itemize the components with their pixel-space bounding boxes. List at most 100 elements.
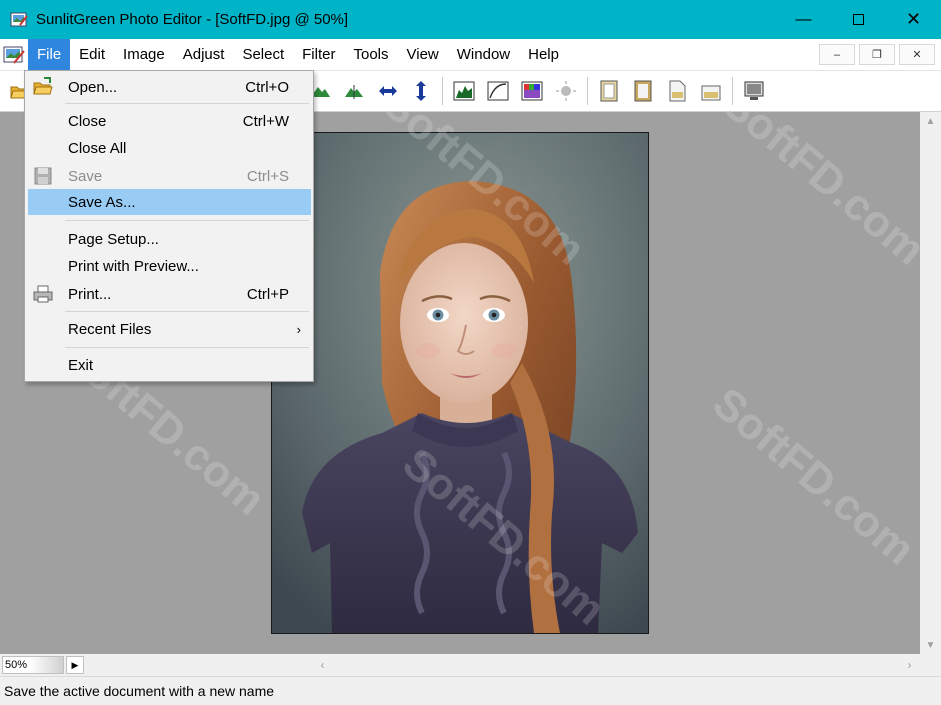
frame-icon [600, 80, 618, 102]
watermark-text: SoftFD.com [713, 112, 920, 275]
menu-item-shortcut: Ctrl+S [246, 167, 289, 185]
menu-item-label: Exit [68, 356, 94, 374]
menu-view[interactable]: View [398, 39, 448, 70]
title-bar: SunlitGreen Photo Editor - [SoftFD.jpg @… [0, 0, 941, 39]
menu-item-print-preview[interactable]: Print with Preview... [28, 253, 311, 279]
watermark-text: SoftFD.com [703, 378, 920, 575]
zoom-right-arrow-icon[interactable]: ▶ [66, 656, 84, 674]
menu-edit[interactable]: Edit [70, 39, 114, 70]
flip-vertical-button[interactable] [342, 79, 366, 103]
app-icon[interactable] [10, 11, 28, 29]
menu-item-exit[interactable]: Exit [28, 352, 311, 378]
menu-item-label: Page Setup... [68, 230, 159, 248]
color-balance-button[interactable] [520, 79, 544, 103]
menu-item-shortcut: Ctrl+O [245, 78, 289, 96]
status-text: Save the active document with a new name [4, 683, 275, 699]
menu-item-save-as[interactable]: Save As... [28, 189, 311, 215]
doc-close-button[interactable]: ✕ [899, 44, 935, 65]
menu-item-recent-files[interactable]: Recent Files › [28, 316, 311, 342]
brightness-button[interactable] [554, 79, 578, 103]
portrait-image [272, 133, 648, 633]
menu-separator [65, 220, 309, 221]
document-icon[interactable] [2, 43, 26, 67]
menu-item-label: Open... [68, 78, 118, 96]
horizontal-arrow-icon [379, 86, 397, 96]
zoom-level[interactable]: 50% [2, 656, 64, 674]
restore-icon: ❐ [872, 49, 882, 61]
menu-select[interactable]: Select [233, 39, 293, 70]
status-bar: Save the active document with a new name [0, 676, 941, 705]
mountain-flip-icon [345, 85, 363, 99]
doc-minimize-button[interactable]: – [819, 44, 855, 65]
frame-button[interactable] [597, 79, 621, 103]
menu-item-open[interactable]: Open... Ctrl+O [28, 74, 311, 100]
menu-image[interactable]: Image [114, 39, 174, 70]
monitor-icon [744, 81, 764, 100]
border-button[interactable] [631, 79, 655, 103]
window-title: SunlitGreen Photo Editor - [SoftFD.jpg @… [36, 11, 349, 28]
scroll-right-arrow-icon[interactable]: › [899, 654, 920, 676]
curves-button[interactable] [486, 79, 510, 103]
scroll-left-arrow-icon[interactable]: ‹ [312, 654, 333, 676]
fit-size-icon [701, 85, 721, 101]
vertical-scrollbar[interactable]: ▲ ▼ [920, 112, 941, 654]
save-disk-icon [32, 165, 54, 187]
menu-item-shortcut: Ctrl+P [246, 285, 289, 303]
menu-tools[interactable]: Tools [344, 39, 397, 70]
scroll-down-arrow-icon[interactable]: ▼ [920, 636, 941, 654]
menu-item-page-setup[interactable]: Page Setup... [28, 226, 311, 252]
brightness-icon [556, 81, 576, 101]
histogram-icon [453, 81, 475, 101]
close-icon: ✕ [905, 9, 922, 29]
menu-item-label: Save As... [68, 193, 136, 211]
minimize-icon: – [833, 48, 841, 61]
toolbar-separator [442, 77, 443, 105]
menu-separator [65, 103, 309, 104]
menu-item-label: Close [68, 112, 107, 130]
menu-item-save[interactable]: Save Ctrl+S [28, 163, 311, 189]
menu-adjust[interactable]: Adjust [174, 39, 234, 70]
menu-item-label: Print with Preview... [68, 257, 199, 275]
minimize-icon: — [795, 10, 812, 28]
menu-file[interactable]: File [28, 39, 71, 70]
menu-item-label: Recent Files [68, 320, 152, 338]
horizontal-scrollbar[interactable]: ‹ › [312, 654, 920, 676]
resize-vertical-button[interactable] [409, 79, 433, 103]
bottom-bar: 50% ▶ ‹ › [0, 654, 941, 676]
border-icon [634, 80, 652, 102]
levels-button[interactable] [452, 79, 476, 103]
maximize-icon [853, 14, 864, 25]
menu-item-label: Close All [68, 139, 127, 157]
menu-item-print[interactable]: Print... Ctrl+P [28, 281, 311, 307]
menu-help[interactable]: Help [519, 39, 568, 70]
close-button[interactable]: ✕ [886, 0, 941, 39]
printer-icon [32, 283, 54, 305]
maximize-button[interactable] [831, 0, 886, 39]
full-screen-button[interactable] [742, 79, 766, 103]
actual-size-icon [669, 80, 686, 102]
submenu-arrow-icon: › [296, 321, 301, 337]
menu-item-close[interactable]: Close Ctrl+W [28, 108, 311, 134]
open-folder-icon [32, 76, 54, 98]
menu-bar: File Edit Image Adjust Select Filter Too… [0, 39, 941, 70]
resize-horizontal-button[interactable] [376, 79, 400, 103]
close-icon: ✕ [912, 49, 922, 61]
menu-item-label: Save [68, 167, 103, 185]
fit-size-button[interactable] [699, 79, 723, 103]
menu-item-shortcut: Ctrl+W [242, 112, 289, 130]
menu-item-close-all[interactable]: Close All [28, 135, 311, 161]
scroll-up-arrow-icon[interactable]: ▲ [920, 112, 941, 130]
photo-canvas[interactable] [271, 132, 649, 634]
menu-separator [65, 311, 309, 312]
menu-filter[interactable]: Filter [293, 39, 344, 70]
curves-icon [487, 81, 509, 101]
color-palette-icon [521, 81, 543, 101]
doc-restore-button[interactable]: ❐ [859, 44, 895, 65]
menu-window[interactable]: Window [448, 39, 519, 70]
actual-size-button[interactable] [665, 79, 689, 103]
file-menu-dropdown: Open... Ctrl+O Close Ctrl+W Close All Sa… [24, 70, 314, 382]
menu-item-label: Print... [68, 285, 112, 303]
minimize-button[interactable]: — [776, 0, 831, 39]
menu-separator [65, 347, 309, 348]
toolbar-separator [732, 77, 733, 105]
